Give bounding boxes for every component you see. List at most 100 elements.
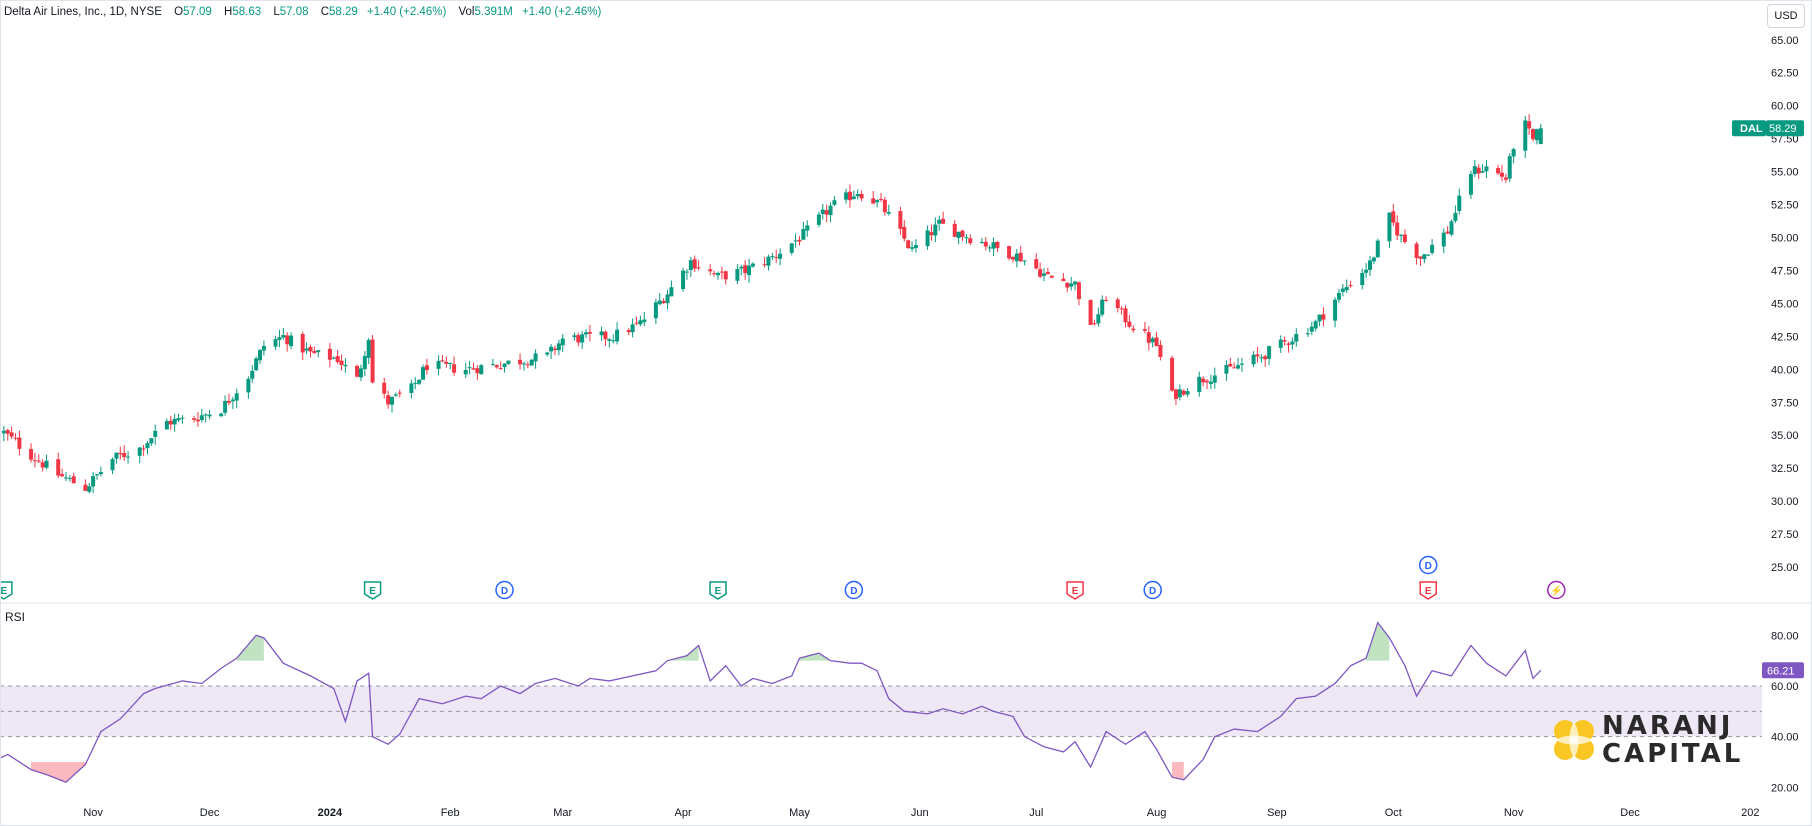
- candle-body: [1414, 243, 1419, 258]
- candle-body: [1042, 273, 1047, 276]
- candle: [36, 454, 41, 463]
- candle-body: [626, 330, 631, 333]
- candle-body: [40, 462, 45, 468]
- candle: [471, 362, 476, 371]
- price-axis-tick: 25.00: [1771, 562, 1799, 574]
- dividend-label: D: [1149, 586, 1156, 597]
- currency-button[interactable]: USD: [1767, 4, 1805, 28]
- candle-body: [164, 420, 169, 430]
- candle: [855, 189, 860, 200]
- candle-body: [424, 365, 429, 371]
- candle: [98, 466, 103, 477]
- candle-body: [137, 447, 142, 456]
- candle-body: [681, 270, 686, 290]
- candle-body: [67, 478, 72, 480]
- candle: [118, 446, 123, 460]
- candle-body: [1395, 222, 1400, 236]
- dividend-marker: D: [495, 580, 514, 600]
- candle-body: [653, 302, 658, 319]
- candle-body: [331, 357, 336, 359]
- candle: [580, 331, 585, 349]
- candle-body: [1418, 256, 1423, 259]
- candle: [879, 192, 883, 202]
- candle: [584, 329, 589, 338]
- candle-body: [1364, 269, 1369, 273]
- candle-body: [335, 356, 340, 363]
- candle: [735, 264, 740, 285]
- candle-body: [5, 430, 10, 434]
- candle: [448, 362, 453, 370]
- candle-body: [1123, 308, 1128, 323]
- candle-body: [545, 352, 550, 355]
- candle: [696, 260, 701, 271]
- candle-last: [1538, 123, 1543, 145]
- change-value: +1.40 (+2.46%): [367, 6, 447, 18]
- candle: [141, 444, 146, 456]
- candle: [797, 236, 802, 246]
- rsi-overbought-fill: [1366, 622, 1390, 661]
- candle-body: [258, 349, 263, 361]
- candle-body: [743, 265, 748, 274]
- candle-body: [549, 346, 554, 352]
- dividend-marker: D: [1418, 555, 1438, 575]
- candle: [1267, 345, 1272, 366]
- candle: [1368, 255, 1373, 277]
- candle-body: [882, 199, 887, 213]
- candle: [778, 248, 783, 266]
- candle-body: [1453, 212, 1458, 221]
- candle-body: [906, 240, 911, 249]
- candle: [743, 259, 748, 280]
- candle: [1076, 281, 1081, 306]
- candle: [521, 361, 526, 371]
- candle: [906, 239, 911, 250]
- candle-body: [735, 268, 740, 281]
- candle: [684, 269, 689, 280]
- candle: [370, 335, 375, 384]
- candle: [273, 335, 278, 351]
- candle: [1259, 354, 1264, 363]
- candle: [995, 241, 1000, 252]
- candle-body: [696, 267, 701, 269]
- candle: [688, 256, 693, 278]
- candle: [110, 457, 115, 475]
- time-axis-tick: Oct: [1385, 807, 1402, 819]
- candle-body: [417, 379, 422, 384]
- candle: [413, 377, 418, 390]
- candle-body: [925, 230, 930, 247]
- candle-body: [308, 346, 313, 352]
- candle-body: [1387, 212, 1392, 242]
- candle: [1305, 327, 1310, 337]
- candle-body: [1538, 128, 1543, 145]
- candle-body: [1069, 283, 1074, 287]
- candle: [1038, 262, 1043, 279]
- candle-body: [386, 395, 391, 405]
- candle-body: [1348, 285, 1353, 287]
- candle: [851, 190, 856, 200]
- candle: [941, 211, 946, 224]
- candle: [1007, 245, 1012, 261]
- candle: [902, 219, 907, 242]
- volume-label: Vol: [458, 6, 475, 18]
- candle: [490, 358, 495, 366]
- candle-body: [71, 476, 76, 484]
- rsi-overbought-fill: [667, 645, 699, 661]
- candle: [29, 443, 34, 463]
- candle-body: [1313, 321, 1318, 329]
- volume-change: +1.40 (+2.46%): [522, 6, 602, 18]
- candle: [871, 191, 876, 205]
- candle: [1212, 367, 1217, 389]
- candle-body: [436, 360, 441, 369]
- candle: [9, 426, 14, 440]
- candle: [642, 311, 647, 327]
- candle-body: [669, 287, 674, 297]
- candle: [1445, 226, 1450, 235]
- candle: [692, 255, 697, 273]
- candle: [545, 352, 550, 357]
- candle-body: [766, 256, 771, 266]
- price-chart[interactable]: 25.00 27.50 30.00 32.50 35.00 37.50 40.00 42.50…: [0, 0, 1812, 826]
- chart-window: 25.00 27.50 30.00 32.50 35.00 37.50 40.00 42.50…: [0, 0, 1812, 826]
- candle-body: [1375, 240, 1380, 258]
- candle-body: [1150, 338, 1155, 343]
- candle-body: [723, 271, 728, 280]
- candle-body: [1391, 211, 1396, 223]
